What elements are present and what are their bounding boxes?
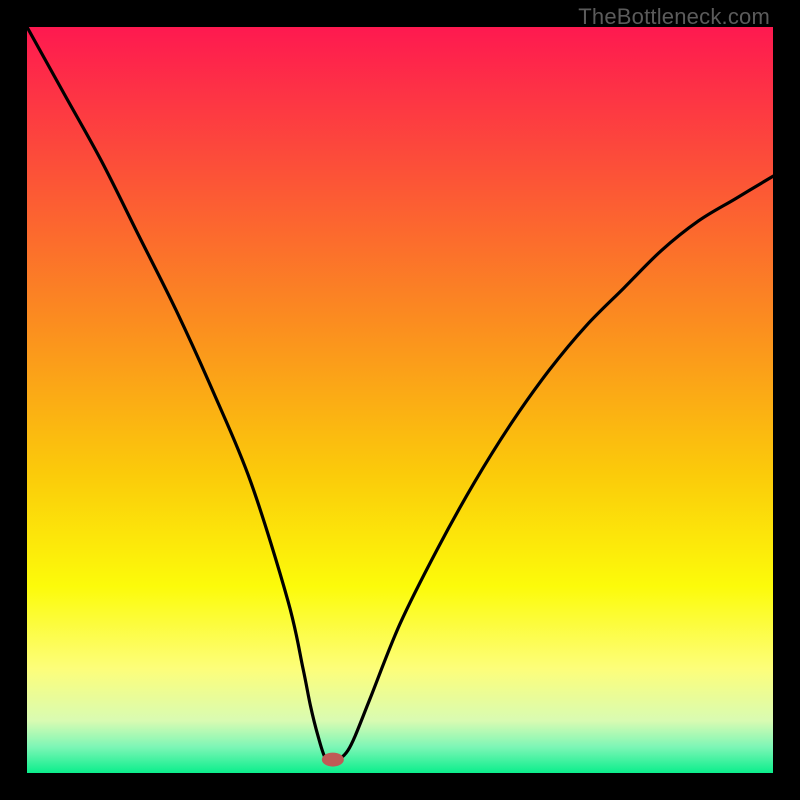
plot-area xyxy=(27,27,773,773)
bottleneck-chart xyxy=(27,27,773,773)
optimal-point-marker xyxy=(322,753,344,767)
gradient-background xyxy=(27,27,773,773)
outer-frame: TheBottleneck.com xyxy=(0,0,800,800)
